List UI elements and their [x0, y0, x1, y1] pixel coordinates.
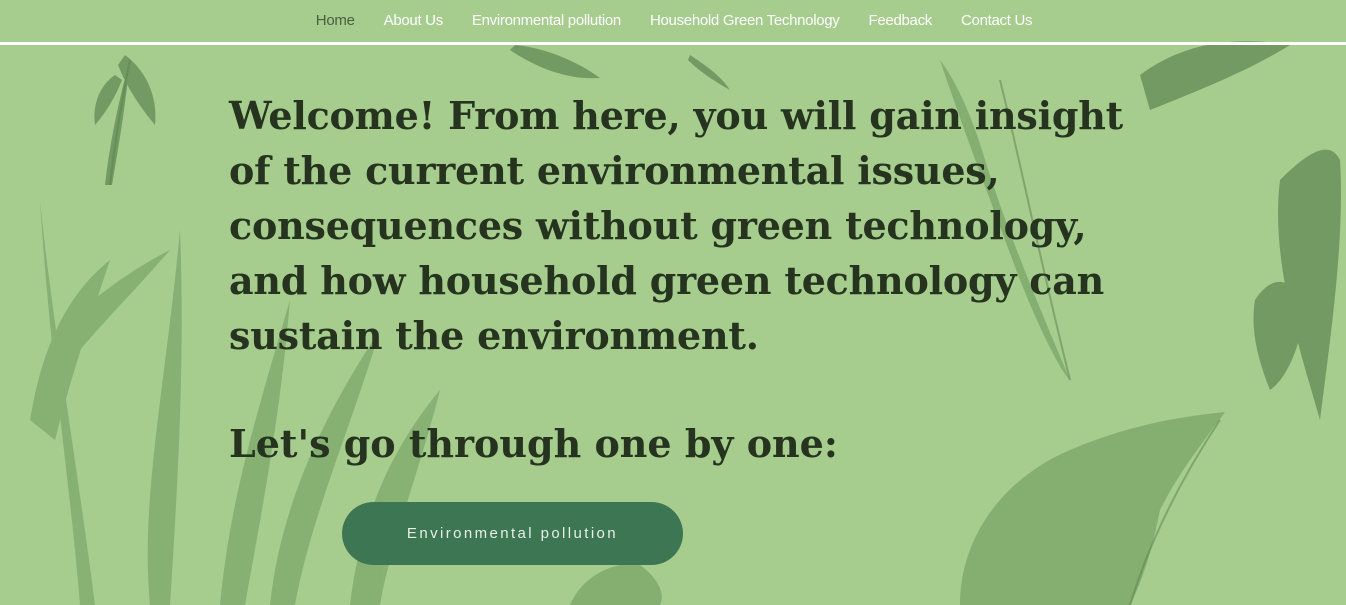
nav-list: Home About Us Environmental pollution Ho…	[301, 0, 1046, 42]
nav-item-home[interactable]: Home	[301, 0, 369, 42]
top-nav: Home About Us Environmental pollution Ho…	[0, 0, 1346, 42]
nav-item-feedback[interactable]: Feedback	[854, 0, 946, 42]
environmental-pollution-button[interactable]: Environmental pollution	[342, 502, 683, 565]
nav-item-environmental-pollution[interactable]: Environmental pollution	[457, 0, 635, 42]
hero-prompt-text: Let's go through one by one:	[229, 421, 838, 466]
nav-item-about-us[interactable]: About Us	[369, 0, 457, 42]
nav-item-household-green-technology[interactable]: Household Green Technology	[635, 0, 854, 42]
nav-item-contact-us[interactable]: Contact Us	[947, 0, 1047, 42]
nav-divider	[0, 42, 1346, 45]
hero-section: Welcome! From here, you will gain insigh…	[229, 88, 1129, 466]
page: Home About Us Environmental pollution Ho…	[0, 0, 1346, 605]
hero-intro-text: Welcome! From here, you will gain insigh…	[229, 93, 1124, 358]
